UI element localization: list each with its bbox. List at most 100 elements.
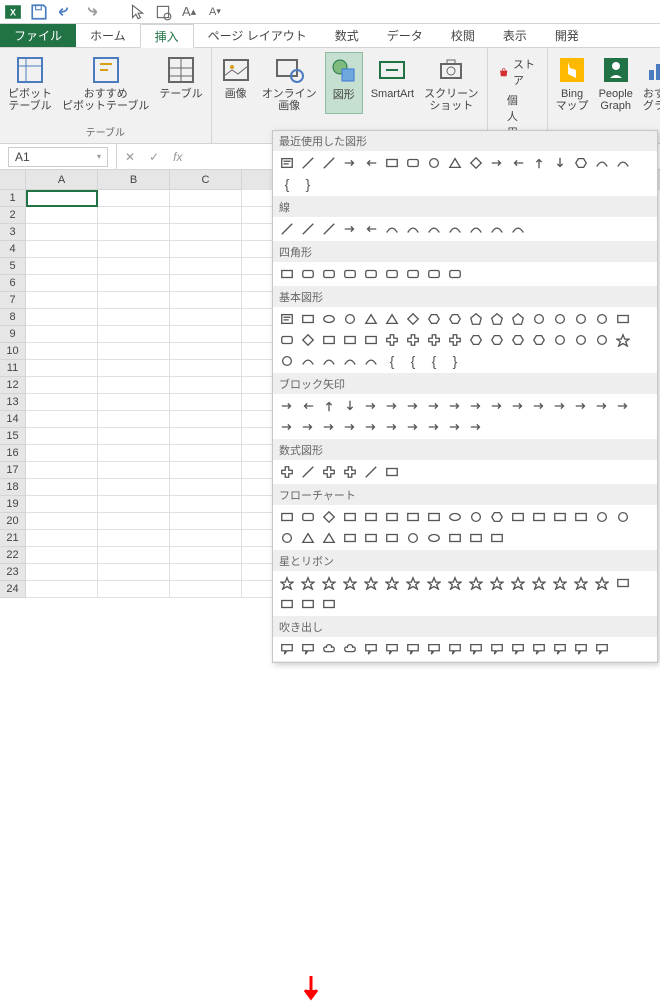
- shape-item[interactable]: [382, 153, 402, 173]
- redo-icon[interactable]: [82, 3, 100, 21]
- select-all-corner[interactable]: [0, 170, 26, 190]
- row-header[interactable]: 18: [0, 479, 26, 496]
- cell[interactable]: [170, 326, 242, 343]
- shape-item[interactable]: [277, 153, 297, 173]
- cell[interactable]: [98, 190, 170, 207]
- cell[interactable]: [170, 377, 242, 394]
- row-header[interactable]: 2: [0, 207, 26, 224]
- shape-item[interactable]: [319, 351, 339, 371]
- table-button[interactable]: テーブル: [157, 52, 204, 114]
- tab-view[interactable]: 表示: [489, 24, 541, 47]
- shape-item[interactable]: [550, 396, 570, 416]
- shape-item[interactable]: [361, 330, 381, 350]
- shape-item[interactable]: [319, 462, 339, 482]
- shape-item[interactable]: {: [424, 351, 444, 371]
- shape-item[interactable]: [529, 330, 549, 350]
- row-header[interactable]: 10: [0, 343, 26, 360]
- shape-item[interactable]: [445, 153, 465, 173]
- shape-item[interactable]: [550, 309, 570, 329]
- cell[interactable]: [98, 496, 170, 513]
- shape-item[interactable]: [487, 330, 507, 350]
- shape-item[interactable]: [298, 351, 318, 371]
- shape-item[interactable]: [403, 573, 423, 593]
- store-button[interactable]: ストア: [498, 56, 537, 88]
- cell[interactable]: [98, 241, 170, 258]
- shape-item[interactable]: [613, 573, 633, 593]
- shape-item[interactable]: }: [445, 351, 465, 371]
- shape-item[interactable]: [319, 594, 339, 614]
- cell[interactable]: [98, 326, 170, 343]
- shape-item[interactable]: [340, 396, 360, 416]
- shape-item[interactable]: [361, 351, 381, 371]
- shape-item[interactable]: [445, 507, 465, 527]
- cell[interactable]: [26, 530, 98, 547]
- shape-item[interactable]: [529, 309, 549, 329]
- shape-item[interactable]: [571, 396, 591, 416]
- shape-item[interactable]: [403, 639, 423, 659]
- row-header[interactable]: 19: [0, 496, 26, 513]
- row-header[interactable]: 9: [0, 326, 26, 343]
- shape-item[interactable]: [592, 330, 612, 350]
- cell[interactable]: [170, 496, 242, 513]
- row-header[interactable]: 16: [0, 445, 26, 462]
- cell[interactable]: [170, 360, 242, 377]
- shape-item[interactable]: [445, 219, 465, 239]
- shape-item[interactable]: [403, 153, 423, 173]
- cell[interactable]: [170, 394, 242, 411]
- shape-item[interactable]: [592, 396, 612, 416]
- shape-item[interactable]: [277, 594, 297, 614]
- shape-item[interactable]: [592, 507, 612, 527]
- cell[interactable]: [98, 581, 170, 598]
- cell[interactable]: [26, 241, 98, 258]
- shape-item[interactable]: [529, 507, 549, 527]
- shape-item[interactable]: [382, 528, 402, 548]
- shape-item[interactable]: [298, 417, 318, 437]
- row-header[interactable]: 7: [0, 292, 26, 309]
- cell[interactable]: [98, 479, 170, 496]
- shape-item[interactable]: [277, 330, 297, 350]
- shape-item[interactable]: [319, 264, 339, 284]
- cell[interactable]: [26, 292, 98, 309]
- shape-item[interactable]: [340, 153, 360, 173]
- row-header[interactable]: 12: [0, 377, 26, 394]
- shape-item[interactable]: {: [277, 174, 297, 194]
- shape-item[interactable]: [424, 573, 444, 593]
- shape-item[interactable]: [487, 639, 507, 659]
- shape-item[interactable]: [340, 507, 360, 527]
- shape-item[interactable]: [298, 153, 318, 173]
- shape-item[interactable]: [550, 639, 570, 659]
- shape-item[interactable]: [403, 396, 423, 416]
- row-header[interactable]: 24: [0, 581, 26, 598]
- name-box[interactable]: A1 ▾: [8, 147, 108, 167]
- shape-item[interactable]: [466, 417, 486, 437]
- cell[interactable]: [98, 513, 170, 530]
- row-header[interactable]: 20: [0, 513, 26, 530]
- shape-item[interactable]: [403, 309, 423, 329]
- pictures-button[interactable]: 画像: [218, 52, 254, 114]
- shape-item[interactable]: [424, 153, 444, 173]
- shape-item[interactable]: [550, 153, 570, 173]
- cell[interactable]: [26, 428, 98, 445]
- screenshot-button[interactable]: スクリーン ショット: [422, 52, 480, 114]
- cell[interactable]: [98, 275, 170, 292]
- shape-item[interactable]: [592, 153, 612, 173]
- cell[interactable]: [170, 581, 242, 598]
- shape-item[interactable]: [340, 528, 360, 548]
- shape-item[interactable]: [340, 330, 360, 350]
- row-header[interactable]: 11: [0, 360, 26, 377]
- shape-item[interactable]: [361, 573, 381, 593]
- shape-item[interactable]: [424, 417, 444, 437]
- cell[interactable]: [98, 377, 170, 394]
- tab-developer[interactable]: 開発: [541, 24, 593, 47]
- tab-formulas[interactable]: 数式: [321, 24, 373, 47]
- shape-item[interactable]: [445, 417, 465, 437]
- row-header[interactable]: 4: [0, 241, 26, 258]
- shape-item[interactable]: [508, 330, 528, 350]
- shape-item[interactable]: [382, 309, 402, 329]
- shape-item[interactable]: [487, 153, 507, 173]
- shape-item[interactable]: [340, 351, 360, 371]
- cell[interactable]: [98, 547, 170, 564]
- shape-item[interactable]: [403, 330, 423, 350]
- row-header[interactable]: 23: [0, 564, 26, 581]
- shape-item[interactable]: [529, 153, 549, 173]
